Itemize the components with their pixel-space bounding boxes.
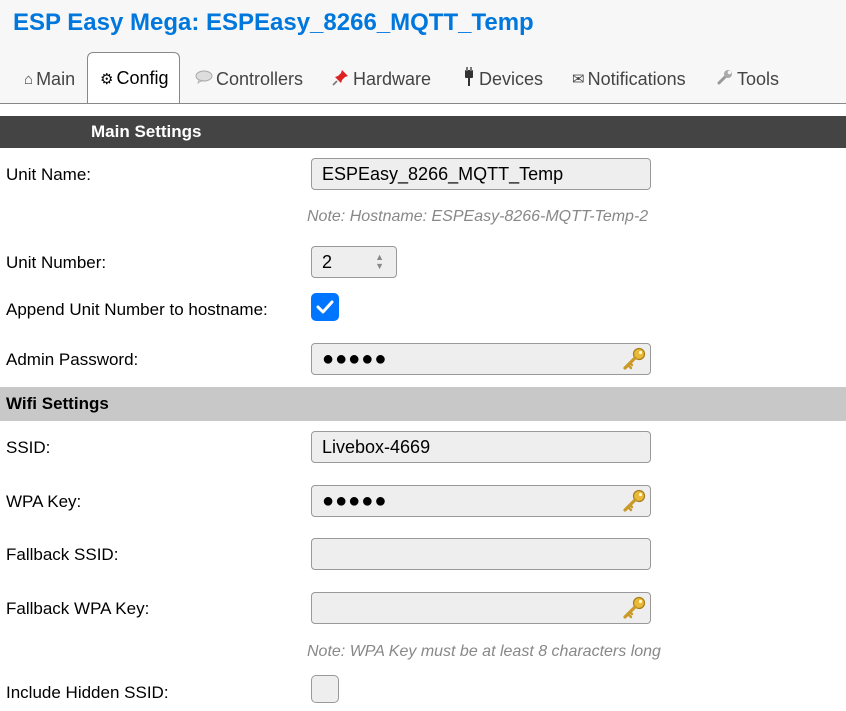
tab-config[interactable]: ⚙ Config [87, 52, 180, 104]
key-icon[interactable] [621, 346, 647, 372]
tab-controllers[interactable]: Controllers [195, 68, 303, 90]
tab-label: Hardware [353, 68, 432, 89]
key-icon[interactable] [621, 488, 647, 514]
speech-bubble-icon [195, 70, 213, 88]
fallback-wpa-key-label: Fallback WPA Key: [6, 599, 150, 618]
spinner-arrows-icon[interactable]: ▲ ▼ [375, 253, 384, 271]
section-title: Wifi Settings [6, 394, 109, 413]
tab-notifications[interactable]: ✉ Notifications [572, 68, 686, 90]
unit-number-label: Unit Number: [6, 253, 107, 272]
admin-password-input[interactable]: ●●●●● [311, 343, 651, 375]
key-icon[interactable] [621, 595, 647, 621]
unit-name-label: Unit Name: [6, 165, 92, 184]
tab-label: Devices [479, 68, 544, 89]
ssid-label: SSID: [6, 438, 51, 457]
wpa-key-value: ●●●●● [322, 489, 388, 512]
unit-number-input[interactable]: 2 ▲ ▼ [311, 246, 397, 278]
ssid-value: Livebox-4669 [322, 436, 431, 457]
page-title: ESP Easy Mega: ESPEasy_8266_MQTT_Temp [13, 9, 534, 36]
tab-label: Controllers [216, 68, 304, 89]
unit-number-value: 2 [322, 251, 333, 272]
hostname-note: Note: Hostname: ESPEasy-8266-MQTT-Temp-2 [307, 208, 649, 225]
pushpin-icon [332, 68, 350, 90]
wpa-key-label: WPA Key: [6, 492, 82, 511]
append-unit-number-checkbox[interactable] [311, 293, 339, 321]
tab-label: Config [116, 68, 169, 88]
fallback-wpa-key-input[interactable] [311, 592, 651, 624]
envelope-icon: ✉ [572, 71, 585, 88]
tab-hardware[interactable]: Hardware [332, 68, 431, 90]
checkmark-icon [316, 300, 334, 314]
tab-main[interactable]: ⌂ Main [24, 68, 75, 90]
unit-name-value: ESPEasy_8266_MQTT_Temp [322, 163, 564, 184]
wifi-settings-header: Wifi Settings [0, 387, 846, 421]
fallback-ssid-input[interactable] [311, 538, 651, 570]
tab-label: Tools [737, 68, 780, 89]
tab-devices[interactable]: Devices [462, 67, 544, 91]
wpa-key-note: Note: WPA Key must be at least 8 charact… [307, 643, 661, 660]
admin-password-label: Admin Password: [6, 350, 139, 369]
tab-label: Notifications [587, 68, 686, 89]
tab-tools[interactable]: Tools [716, 68, 779, 90]
tab-label: Main [36, 68, 76, 89]
admin-password-value: ●●●●● [322, 347, 388, 370]
wrench-icon [716, 68, 734, 90]
page-header: ESP Easy Mega: ESPEasy_8266_MQTT_Temp ⌂ … [0, 0, 846, 104]
tabs-divider [0, 103, 846, 104]
fallback-ssid-label: Fallback SSID: [6, 545, 119, 564]
append-unit-number-label: Append Unit Number to hostname: [6, 300, 268, 319]
section-title: Main Settings [91, 122, 202, 141]
main-settings-header: Main Settings [0, 116, 846, 148]
include-hidden-ssid-checkbox[interactable] [311, 675, 339, 703]
gear-icon: ⚙ [100, 70, 114, 88]
ssid-input[interactable]: Livebox-4669 [311, 431, 651, 463]
unit-name-input[interactable]: ESPEasy_8266_MQTT_Temp [311, 158, 651, 190]
include-hidden-ssid-label: Include Hidden SSID: [6, 683, 169, 702]
plug-icon [462, 67, 476, 91]
home-icon: ⌂ [24, 70, 34, 88]
wpa-key-input[interactable]: ●●●●● [311, 485, 651, 517]
